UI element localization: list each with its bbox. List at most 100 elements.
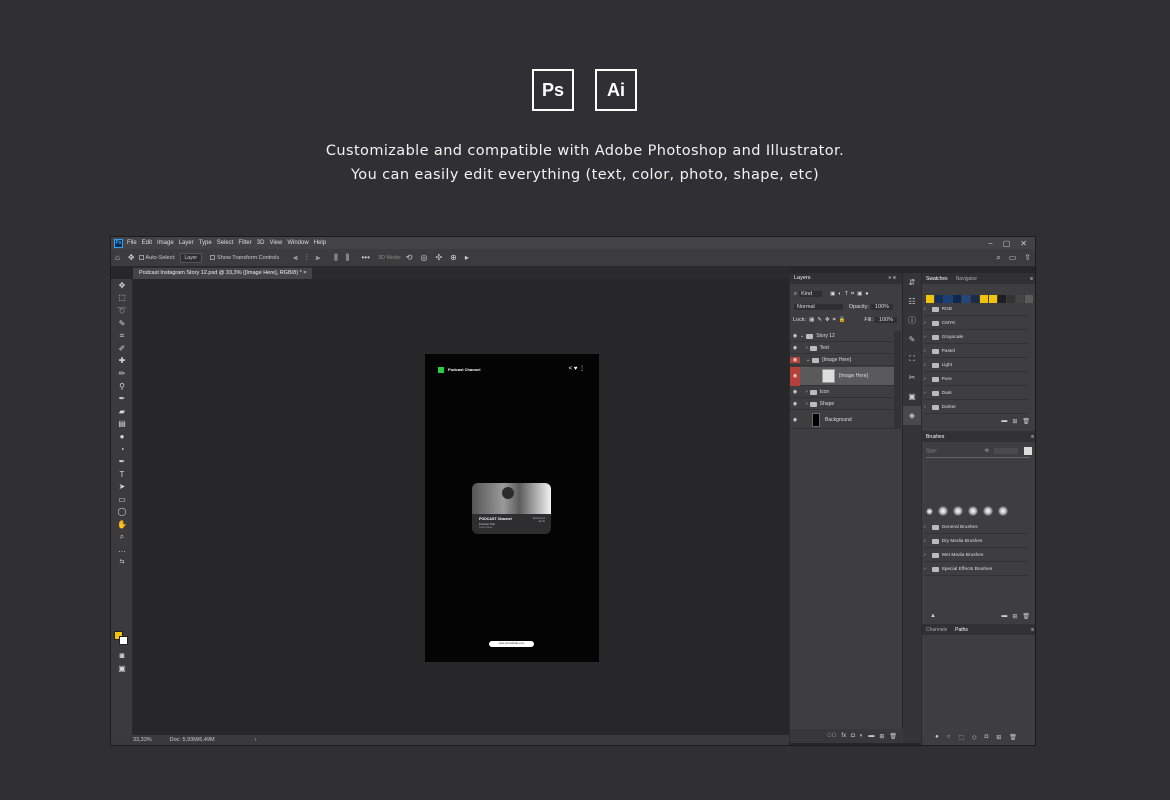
move-tool-icon[interactable]: ✥ [128, 253, 135, 262]
layers-stack-icon[interactable]: ◈ [903, 406, 921, 425]
brush-group-general[interactable]: › General Brushes [924, 522, 1028, 534]
fx-icon[interactable]: fx [841, 733, 846, 739]
pen-icon[interactable]: ✒ [111, 455, 133, 468]
menu-view[interactable]: View [269, 240, 282, 246]
kind-filter-dropdown[interactable]: Kind [799, 291, 823, 297]
filter-search-icon[interactable]: ⌕ [794, 291, 797, 298]
brush-size-input[interactable] [994, 448, 1019, 454]
hand-icon[interactable]: ✋ [111, 518, 133, 531]
menu-filter[interactable]: Filter [238, 240, 251, 246]
layers-tab[interactable]: Layers » ≡ [790, 273, 902, 284]
panel-menu-icon[interactable]: ≡ [1031, 434, 1034, 440]
more-options-icon[interactable]: ••• [362, 253, 370, 262]
swap-colors-icon[interactable]: ⇆ [111, 556, 133, 566]
panel-menu-icon[interactable]: ≡ [1031, 627, 1034, 633]
search-icon[interactable]: ⌕ [996, 253, 1000, 263]
delete-brush-icon[interactable]: 🗑 [1022, 613, 1030, 620]
new-group-icon[interactable]: ▬ [868, 733, 874, 739]
swatch-group-dark[interactable]: › Dark [924, 388, 1028, 400]
swatch[interactable] [953, 295, 961, 303]
marquee-icon[interactable]: ⬚ [111, 292, 133, 305]
minimize-button[interactable]: − [988, 239, 993, 248]
horizontal-scrollbar[interactable] [271, 745, 291, 746]
background-color-swatch[interactable] [119, 636, 128, 645]
type-icon[interactable]: T [111, 468, 133, 481]
shape-icon[interactable]: ▭ [111, 493, 133, 506]
swatch[interactable] [980, 295, 988, 303]
layer-row-icon[interactable]: ◉ › Icon [790, 387, 894, 398]
lasso-icon[interactable]: ➰ [111, 304, 133, 317]
brush-size-slider-icon[interactable]: ▲ [930, 613, 936, 619]
brush-tip[interactable] [926, 508, 933, 515]
adjustment-layer-icon[interactable]: ◐ [860, 733, 864, 739]
eyedropper-icon[interactable]: ✐ [111, 342, 133, 355]
swatch-group-light[interactable]: › Light [924, 360, 1028, 372]
swatch[interactable] [1025, 295, 1033, 303]
brush-settings-icon[interactable]: ✎ [903, 330, 921, 349]
tab-channels[interactable]: Channels [926, 627, 947, 633]
delete-path-icon[interactable]: 🗑 [1009, 734, 1017, 741]
menu-3d[interactable]: 3D [257, 240, 265, 246]
swatch-group-grayscale[interactable]: › Grayscale [924, 332, 1028, 344]
brush-icon[interactable]: ✏ [111, 367, 133, 380]
visibility-eye-icon[interactable]: ◉ [790, 417, 800, 423]
menu-edit[interactable]: Edit [142, 240, 152, 246]
crop-icon[interactable]: ⌗ [111, 329, 133, 342]
align-left-icon[interactable]: ⫷ [293, 253, 298, 263]
healing-icon[interactable]: ✚ [111, 355, 133, 368]
layer-row-shape[interactable]: ◉ › Shape [790, 399, 894, 410]
brush-tip[interactable] [968, 506, 978, 516]
align-right-icon[interactable]: ⫸ [316, 253, 321, 263]
expand-arrow-icon[interactable]: ⌄ [806, 357, 810, 363]
menu-select[interactable]: Select [217, 240, 234, 246]
add-mask-icon[interactable]: ◘ [985, 734, 989, 740]
swatch[interactable] [962, 295, 970, 303]
brush-tip[interactable] [983, 506, 993, 516]
expand-arrow-icon[interactable]: › [806, 389, 808, 395]
expand-arrow-icon[interactable]: ⌄ [800, 333, 804, 339]
swatch[interactable] [944, 295, 952, 303]
brush-group-wet-media[interactable]: › Wet Media Brushes [924, 550, 1028, 562]
tab-paths[interactable]: Paths [955, 627, 968, 633]
new-path-icon[interactable]: ⊞ [996, 734, 1001, 741]
swatch[interactable] [1016, 295, 1024, 303]
eraser-icon[interactable]: ▰ [111, 405, 133, 418]
document-tab[interactable]: Podcast Instagram Story 12.psd @ 33,3% (… [133, 268, 313, 279]
blend-mode-dropdown[interactable]: Normal [794, 304, 843, 310]
path-select-icon[interactable]: ➤ [111, 481, 133, 494]
layers-scrollbar[interactable] [894, 331, 901, 429]
clone-stamp-icon[interactable]: ⚲ [111, 380, 133, 393]
ellipse-icon[interactable]: ◯ [111, 506, 133, 519]
brush-group-special-effects[interactable]: › Special Effects Brushes [924, 564, 1028, 576]
home-icon[interactable]: ⌂ [115, 253, 120, 262]
new-folder-icon[interactable]: ▬ [1001, 418, 1007, 424]
tab-navigator[interactable]: Navigator [956, 276, 977, 282]
visibility-eye-icon[interactable]: ◉ [790, 389, 800, 395]
layer-row-image-group[interactable]: ◉ ⌄ [Image Here] [790, 355, 894, 366]
delete-layer-icon[interactable]: 🗑 [889, 733, 897, 740]
opacity-input[interactable]: 100% [870, 304, 893, 310]
expand-arrow-icon[interactable]: › [806, 345, 808, 351]
panel-collapse-icon[interactable]: » ≡ [888, 273, 896, 284]
quick-mask-icon[interactable]: ◙ [111, 649, 133, 662]
history-brush-icon[interactable]: ✒ [111, 392, 133, 405]
swatch[interactable] [1007, 295, 1015, 303]
transform-controls-checkbox[interactable] [210, 255, 216, 260]
brush-tip[interactable] [938, 506, 948, 516]
properties-icon[interactable]: ☷ [903, 292, 921, 311]
tool-presets-icon[interactable]: ✂ [903, 368, 921, 387]
swatch-group-pure[interactable]: › Pure [924, 374, 1028, 386]
lock-icons[interactable]: ▦✎✥⌗🔒 [809, 317, 848, 324]
layer-row-story-12[interactable]: ◉ ⌄ Story 12 [790, 331, 894, 342]
reset-size-icon[interactable]: ⟲ [985, 448, 989, 454]
add-mask-icon[interactable]: ◘ [851, 733, 855, 739]
screen-mode-icon[interactable]: ▣ [111, 662, 133, 675]
menu-image[interactable]: Image [157, 240, 174, 246]
blur-icon[interactable]: ● [111, 430, 133, 443]
close-tab-icon[interactable]: × [303, 270, 306, 276]
3d-rotate-icon[interactable]: ⟲ [406, 253, 413, 262]
swatch[interactable] [998, 295, 1006, 303]
3d-pan-icon[interactable]: ✣ [435, 253, 442, 262]
swatch[interactable] [971, 295, 979, 303]
new-brush-icon[interactable] [1023, 447, 1032, 455]
